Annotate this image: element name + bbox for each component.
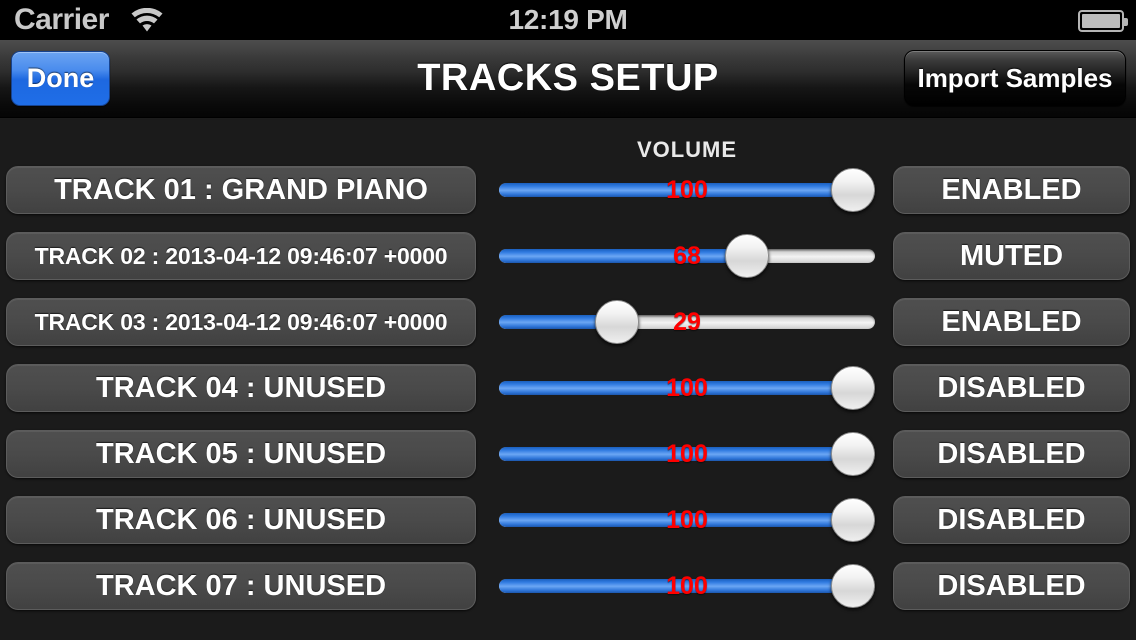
track-status-button[interactable]: ENABLED <box>893 298 1130 346</box>
volume-slider-fill <box>499 249 747 263</box>
track-name-button[interactable]: TRACK 06 : UNUSED <box>6 496 476 544</box>
track-name-label: TRACK 02 : 2013-04-12 09:46:07 +0000 <box>34 243 448 269</box>
volume-slider-track[interactable] <box>499 183 875 197</box>
tracks-panel: VOLUME TRACK 01 : GRAND PIANO 100 ENABLED T… <box>0 119 1136 640</box>
track-status-button[interactable]: DISABLED <box>893 364 1130 412</box>
battery-full-icon <box>1078 10 1128 32</box>
track-row: TRACK 04 : UNUSED 100 DISABLED <box>0 364 1136 412</box>
volume-slider[interactable]: 68 <box>499 232 875 280</box>
volume-slider-track[interactable] <box>499 447 875 461</box>
track-name-label: TRACK 01 : GRAND PIANO <box>54 174 428 206</box>
clock-label: 12:19 PM <box>508 4 628 35</box>
volume-slider[interactable]: 100 <box>499 430 875 478</box>
track-status-button[interactable]: DISABLED <box>893 496 1130 544</box>
import-samples-button-label: Import Samples <box>917 63 1113 93</box>
track-row: TRACK 06 : UNUSED 100 DISABLED <box>0 496 1136 544</box>
volume-slider-track[interactable] <box>499 249 875 263</box>
track-status-button[interactable]: DISABLED <box>893 562 1130 610</box>
volume-slider-fill <box>499 447 853 461</box>
volume-slider-knob[interactable] <box>831 432 875 476</box>
volume-slider-knob[interactable] <box>831 564 875 608</box>
track-status-label: MUTED <box>959 240 1064 272</box>
volume-slider-knob[interactable] <box>831 366 875 410</box>
import-samples-button[interactable]: Import Samples <box>904 50 1126 106</box>
track-row: TRACK 02 : 2013-04-12 09:46:07 +0000 68 MU… <box>0 232 1136 280</box>
volume-slider-fill <box>499 381 853 395</box>
track-row: TRACK 05 : UNUSED 100 DISABLED <box>0 430 1136 478</box>
volume-column-header: VOLUME <box>636 137 738 162</box>
track-name-button[interactable]: TRACK 01 : GRAND PIANO <box>6 166 476 214</box>
volume-slider-track[interactable] <box>499 579 875 593</box>
track-name-label: TRACK 04 : UNUSED <box>95 372 387 404</box>
volume-slider-fill <box>499 513 853 527</box>
volume-slider[interactable]: 29 <box>499 298 875 346</box>
volume-slider-fill <box>499 579 853 593</box>
track-name-button[interactable]: TRACK 03 : 2013-04-12 09:46:07 +0000 <box>6 298 476 346</box>
volume-slider-track[interactable] <box>499 513 875 527</box>
track-name-label: TRACK 07 : UNUSED <box>95 570 387 602</box>
track-status-button[interactable]: DISABLED <box>893 430 1130 478</box>
track-row: TRACK 01 : GRAND PIANO 100 ENABLED <box>0 166 1136 214</box>
volume-slider-knob[interactable] <box>724 234 769 278</box>
track-status-label: ENABLED <box>941 174 1082 206</box>
status-bar: Carrier 12:19 PM <box>0 0 1136 40</box>
track-status-label: DISABLED <box>937 570 1086 602</box>
track-status-button[interactable]: ENABLED <box>893 166 1130 214</box>
track-name-label: TRACK 03 : 2013-04-12 09:46:07 +0000 <box>34 309 448 335</box>
track-name-button[interactable]: TRACK 04 : UNUSED <box>6 364 476 412</box>
track-status-label: ENABLED <box>941 306 1082 338</box>
volume-slider-knob[interactable] <box>831 168 875 212</box>
volume-slider-track[interactable] <box>499 381 875 395</box>
track-status-label: DISABLED <box>937 372 1086 404</box>
track-name-label: TRACK 05 : UNUSED <box>95 438 387 470</box>
done-button-label: Done <box>26 63 95 93</box>
done-button[interactable]: Done <box>11 51 110 106</box>
volume-slider-knob[interactable] <box>595 300 640 344</box>
track-name-button[interactable]: TRACK 05 : UNUSED <box>6 430 476 478</box>
track-status-label: DISABLED <box>937 438 1086 470</box>
app-root: Carrier 12:19 PM TRACKS SETUP Done Impor… <box>0 0 1136 640</box>
volume-slider[interactable]: 100 <box>499 496 875 544</box>
volume-slider[interactable]: 100 <box>499 364 875 412</box>
track-name-button[interactable]: TRACK 07 : UNUSED <box>6 562 476 610</box>
track-row: TRACK 07 : UNUSED 100 DISABLED <box>0 562 1136 610</box>
track-row: TRACK 03 : 2013-04-12 09:46:07 +0000 29 EN… <box>0 298 1136 346</box>
volume-slider[interactable]: 100 <box>499 562 875 610</box>
track-name-label: TRACK 06 : UNUSED <box>95 504 387 536</box>
navigation-bar: TRACKS SETUP Done Import Samples <box>0 40 1136 118</box>
track-status-button[interactable]: MUTED <box>893 232 1130 280</box>
volume-slider-knob[interactable] <box>831 498 875 542</box>
battery-fill <box>1082 14 1120 28</box>
volume-slider-track[interactable] <box>499 315 875 329</box>
volume-slider[interactable]: 100 <box>499 166 875 214</box>
track-name-button[interactable]: TRACK 02 : 2013-04-12 09:46:07 +0000 <box>6 232 476 280</box>
track-status-label: DISABLED <box>937 504 1086 536</box>
volume-slider-fill <box>499 183 853 197</box>
